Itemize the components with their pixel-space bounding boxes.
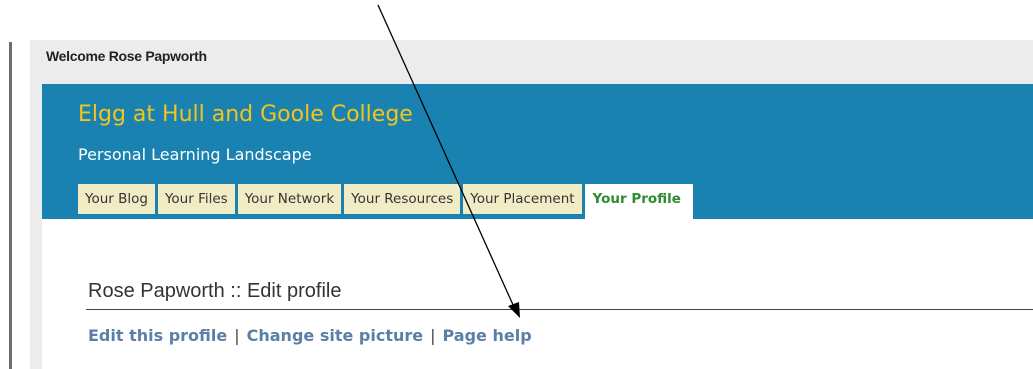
left-border-rule [9,42,12,369]
page-help-link[interactable]: Page help [443,326,532,345]
tab-bar: Your Blog Your Files Your Network Your R… [78,184,693,219]
tab-your-network[interactable]: Your Network [237,184,342,214]
link-separator: | [430,326,436,345]
site-title[interactable]: Elgg at Hull and Goole College [78,102,413,127]
tab-your-files[interactable]: Your Files [157,184,235,214]
tab-your-resources[interactable]: Your Resources [344,184,461,214]
edit-profile-link[interactable]: Edit this profile [88,326,227,345]
link-separator: | [234,326,240,345]
site-subtitle: Personal Learning Landscape [78,145,312,164]
change-site-picture-link[interactable]: Change site picture [247,326,423,345]
welcome-message: Welcome Rose Papworth [46,48,207,64]
tab-your-profile[interactable]: Your Profile [584,184,693,219]
title-divider [86,309,1033,310]
page-title: Rose Papworth :: Edit profile [88,280,342,302]
tab-your-blog[interactable]: Your Blog [78,184,155,214]
profile-action-links: Edit this profile | Change site picture | Pa… [88,326,532,345]
tab-your-placement[interactable]: Your Placement [463,184,582,214]
